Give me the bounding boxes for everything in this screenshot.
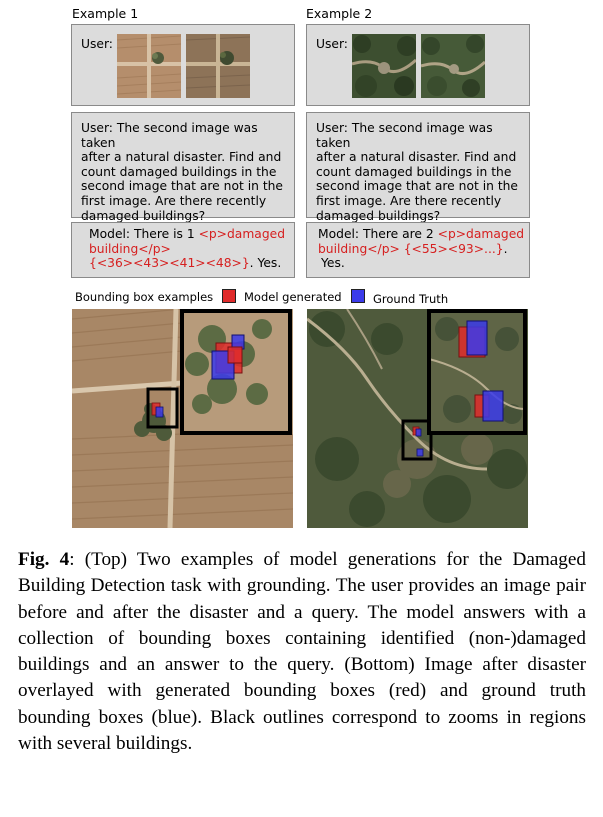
figure-caption: Fig. 4: (Top) Two examples of model gene…: [18, 547, 586, 757]
example-2-model-boxes: building</p> {<55><93>...}: [318, 241, 504, 256]
legend-ground-truth-swatch: [351, 289, 365, 303]
example-1-model-tag: <p>damaged: [198, 227, 286, 241]
example-1-model-boxes: {<36><43><41><48>}: [89, 256, 250, 271]
example-2-query-line: damaged buildings?: [316, 208, 441, 223]
example-2-user-image-panel: User:: [306, 24, 530, 106]
example-1-query-text: User: The second image was taken after a…: [81, 121, 294, 223]
example-1-query-line: damaged buildings?: [81, 208, 206, 223]
example-2-query-line: after a natural disaster. Find and: [316, 150, 517, 165]
example-2-model-prefix: Model: There are 2: [318, 227, 438, 241]
example-2-model-answer: Yes.: [321, 256, 345, 271]
overlay-image-2: [307, 309, 528, 528]
example-1-model-prefix: Model: There is 1: [89, 227, 199, 241]
example-2-query-line: count damaged buildings in the: [316, 164, 512, 179]
example-1-model-answer: . Yes.: [249, 256, 282, 271]
example-2-title: Example 2: [306, 6, 373, 21]
example-1-before-image: [117, 34, 181, 98]
example-2-query-panel: User: The second image was taken after a…: [306, 112, 530, 223]
legend-ground-truth-label: Ground Truth: [373, 292, 449, 306]
example-1-after-image: [186, 34, 250, 98]
example-2-query-line: User: The second image was taken: [316, 121, 493, 150]
legend-title: Bounding box examples: [75, 290, 214, 304]
example-2-query-text: User: The second image was taken after a…: [316, 121, 529, 223]
example-1-query-line: User: The second image was taken: [81, 121, 258, 150]
figure-label: Fig. 4: [18, 549, 70, 570]
example-2-model-text: Model: There are 2 <p>damaged building</…: [318, 227, 524, 271]
example-1-query-panel: User: The second image was taken after a…: [71, 112, 295, 223]
legend-generated-swatch: [222, 289, 236, 303]
example-2-query-line: second image that are not in the: [316, 179, 518, 194]
example-1-user-label: User:: [81, 37, 113, 51]
example-1-query-line: count damaged buildings in the: [81, 164, 277, 179]
example-1-model-tag-close: building</p>: [89, 241, 171, 256]
example-1-query-line: after a natural disaster. Find and: [81, 150, 282, 165]
example-1-user-image-panel: User:: [71, 24, 295, 106]
example-1-query-line: first image. Are there recently: [81, 193, 267, 208]
example-2-query-line: first image. Are there recently: [316, 193, 502, 208]
example-1-model-text: Model: There is 1 <p>damaged building</p…: [89, 227, 285, 271]
example-2-after-image: [421, 34, 485, 98]
example-1-model-panel: Model: There is 1 <p>damaged building</p…: [71, 222, 295, 278]
example-1-query-line: second image that are not in the: [81, 179, 283, 194]
legend-generated-label: Model generated: [244, 290, 342, 304]
example-2-user-label: User:: [316, 37, 348, 51]
example-1-title: Example 1: [72, 6, 139, 21]
overlay-image-1: [72, 309, 293, 528]
example-2-model-punct: .: [503, 241, 508, 256]
example-2-model-tag: <p>damaged: [437, 227, 525, 241]
example-2-model-panel: Model: There are 2 <p>damaged building</…: [306, 222, 530, 278]
example-2-before-image: [352, 34, 416, 98]
figure-caption-text: : (Top) Two examples of model generation…: [18, 549, 586, 755]
